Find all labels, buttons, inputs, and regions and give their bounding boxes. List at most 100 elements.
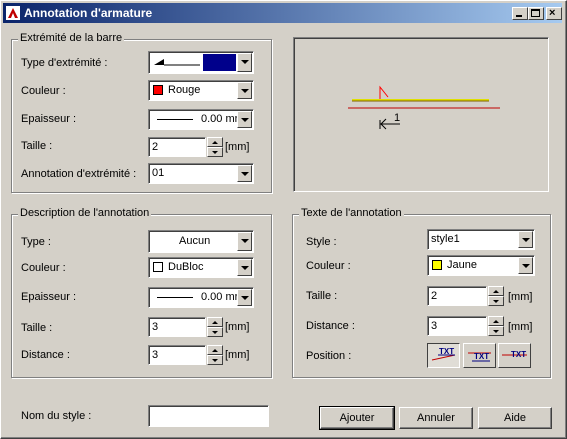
spin-up-icon[interactable]: [488, 286, 504, 296]
position-left-txt: TXT: [439, 347, 455, 356]
couleur-extremite-select[interactable]: Rouge: [148, 80, 254, 101]
position-center-txt: TXT: [474, 352, 490, 361]
chevron-down-icon[interactable]: [237, 165, 252, 182]
chevron-down-icon[interactable]: [518, 257, 533, 274]
aide-button[interactable]: Aide: [478, 407, 552, 429]
close-icon: ×: [549, 7, 556, 19]
couleur-description-label: Couleur :: [21, 262, 66, 274]
annuler-button[interactable]: Annuler: [399, 407, 473, 429]
taille-texte-spinner[interactable]: [488, 286, 504, 306]
distance-texte-spinner[interactable]: [488, 316, 504, 336]
taille-description-label: Taille :: [21, 322, 53, 334]
arrow-end-icon: [154, 59, 200, 66]
window-title: Annotation d'armature: [24, 6, 153, 20]
spin-up-icon[interactable]: [207, 317, 223, 327]
taille-texte-input[interactable]: 2: [427, 286, 487, 306]
couleur-description-value: DuBloc: [168, 261, 204, 273]
distance-description-value: 3: [152, 349, 159, 361]
spin-down-icon[interactable]: [207, 327, 223, 337]
spin-down-icon[interactable]: [488, 296, 504, 306]
spin-up-icon[interactable]: [488, 316, 504, 326]
type-description-value: Aucun: [179, 235, 211, 247]
type-description-select[interactable]: Aucun: [148, 230, 254, 253]
couleur-texte-label: Couleur :: [306, 260, 351, 272]
preview-drawing: [348, 85, 500, 130]
type-description-label: Type :: [21, 236, 51, 248]
couleur-description-select[interactable]: DuBloc: [148, 257, 254, 278]
chevron-down-icon[interactable]: [237, 111, 252, 128]
taille-description-value: 3: [152, 321, 159, 333]
spin-down-icon[interactable]: [207, 147, 223, 157]
taille-extremite-value: 2: [152, 141, 159, 153]
taille-extremite-input[interactable]: 2: [148, 137, 206, 157]
app-icon: [6, 6, 20, 20]
taille-texte-label: Taille :: [306, 290, 338, 302]
style-select[interactable]: style1: [427, 229, 535, 250]
distance-texte-unit: [mm]: [508, 321, 533, 333]
epaisseur-description-select[interactable]: 0.00 mr: [148, 287, 254, 308]
style-label: Style :: [306, 236, 337, 248]
type-extremite-label: Type d'extrémité :: [21, 57, 108, 69]
chevron-down-icon[interactable]: [518, 231, 533, 248]
preview-pane: 1: [293, 37, 549, 192]
nom-style-label: Nom du style :: [21, 410, 92, 422]
chevron-down-icon[interactable]: [237, 53, 252, 72]
epaisseur-extremite-select[interactable]: 0.00 mr: [148, 109, 254, 130]
couleur-extremite-value: Rouge: [168, 84, 201, 96]
taille-extremite-unit: [mm]: [225, 141, 250, 153]
preview-annotation-text: 1: [394, 112, 401, 124]
chevron-down-icon[interactable]: [237, 82, 252, 99]
nom-style-input[interactable]: [148, 405, 269, 427]
annotation-extremite-label: Annotation d'extrémité :: [21, 168, 137, 180]
texte-group-title: Texte de l'annotation: [299, 207, 404, 219]
line-weight-icon: [157, 297, 193, 298]
couleur-texte-select[interactable]: Jaune: [427, 255, 535, 276]
chevron-down-icon[interactable]: [237, 289, 252, 306]
taille-texte-unit: [mm]: [508, 291, 533, 303]
distance-description-input[interactable]: 3: [148, 345, 206, 365]
ajouter-button[interactable]: Ajouter: [319, 406, 395, 430]
position-right-button[interactable]: TXT: [498, 343, 531, 368]
line-weight-icon: [157, 119, 193, 120]
dialog-window: Annotation d'armature × Extrémité de la …: [0, 0, 567, 439]
annotation-extremite-value: 01: [152, 167, 165, 179]
spin-up-icon[interactable]: [207, 137, 223, 147]
distance-texte-value: 3: [431, 320, 438, 332]
spin-down-icon[interactable]: [488, 326, 504, 336]
position-center-button[interactable]: TXT: [463, 343, 496, 368]
distance-description-label: Distance :: [21, 349, 70, 361]
distance-texte-label: Distance :: [306, 320, 355, 332]
minimize-icon: [516, 15, 522, 17]
taille-extremite-spinner[interactable]: [207, 137, 223, 157]
annotation-extremite-select[interactable]: 01: [148, 163, 254, 184]
minimize-button[interactable]: [512, 7, 528, 20]
red-swatch-icon: [153, 85, 163, 95]
maximize-button[interactable]: [528, 7, 544, 20]
epaisseur-extremite-label: Epaisseur :: [21, 113, 77, 125]
epaisseur-description-label: Epaisseur :: [21, 291, 77, 303]
title-bar[interactable]: Annotation d'armature ×: [3, 3, 562, 23]
position-left-button[interactable]: TXT: [427, 343, 460, 368]
taille-extremite-label: Taille :: [21, 140, 53, 152]
spin-up-icon[interactable]: [207, 345, 223, 355]
taille-description-input[interactable]: 3: [148, 317, 206, 337]
chevron-down-icon[interactable]: [237, 232, 252, 251]
epaisseur-description-value: 0.00 mr: [201, 291, 239, 303]
taille-description-spinner[interactable]: [207, 317, 223, 337]
couleur-texte-value: Jaune: [447, 259, 477, 271]
close-button[interactable]: ×: [546, 7, 562, 20]
description-group-title: Description de l'annotation: [18, 207, 152, 219]
extremite-group-title: Extrémité de la barre: [18, 32, 125, 44]
white-swatch-icon: [153, 262, 163, 272]
spin-down-icon[interactable]: [207, 355, 223, 365]
position-label: Position :: [306, 350, 352, 362]
type-extremite-select[interactable]: [148, 51, 254, 74]
yellow-swatch-icon: [432, 260, 442, 270]
taille-texte-value: 2: [431, 290, 438, 302]
distance-texte-input[interactable]: 3: [427, 316, 487, 336]
distance-description-spinner[interactable]: [207, 345, 223, 365]
chevron-down-icon[interactable]: [237, 259, 252, 276]
style-value: style1: [431, 233, 460, 245]
taille-description-unit: [mm]: [225, 321, 250, 333]
epaisseur-extremite-value: 0.00 mr: [201, 113, 239, 125]
